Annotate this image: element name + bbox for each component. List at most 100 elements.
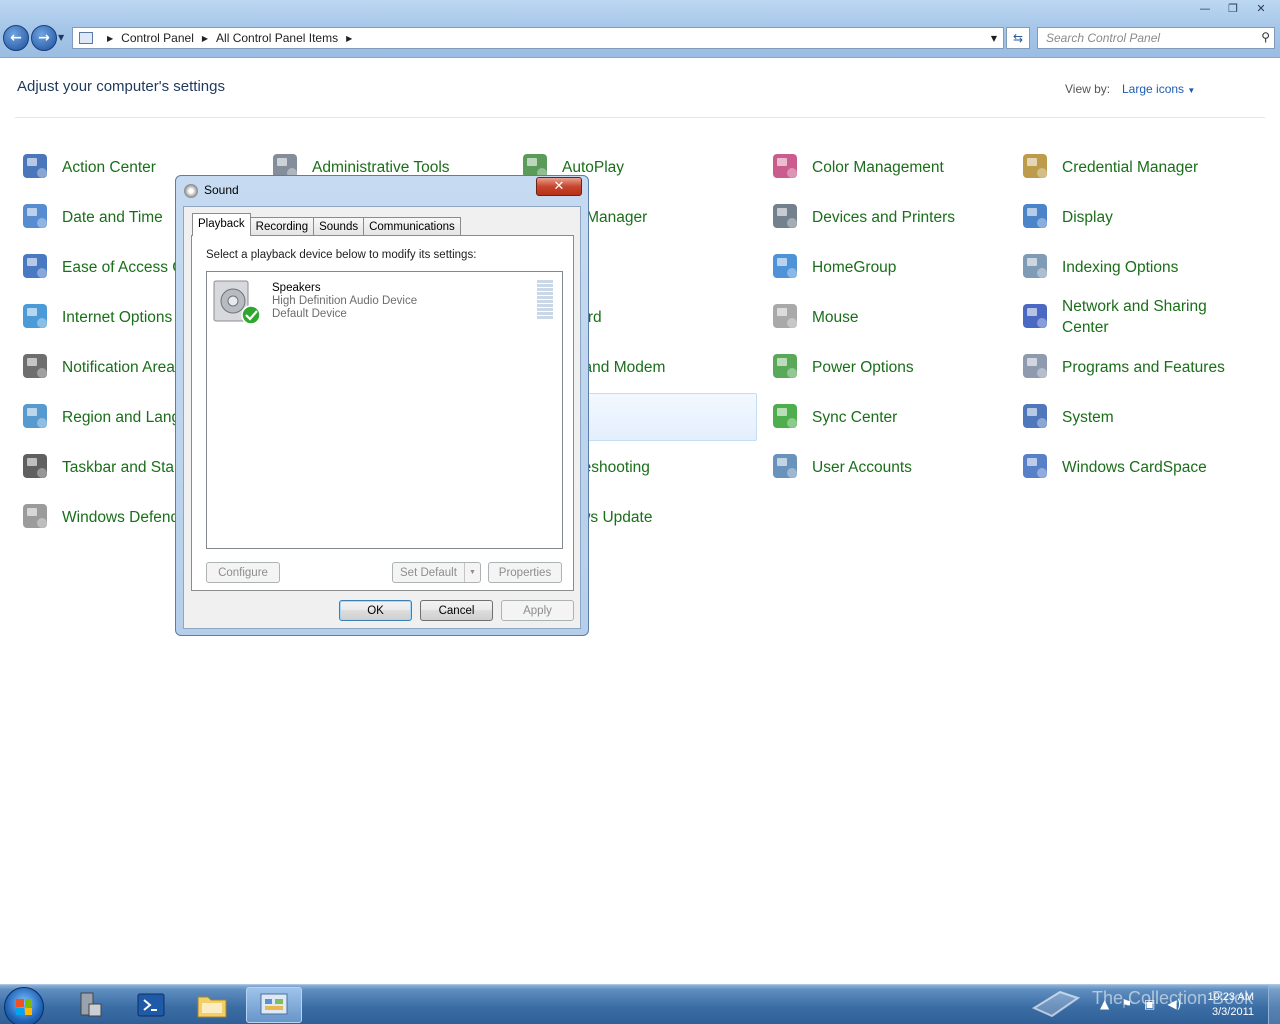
- breadcrumb-arrow-icon[interactable]: ▶: [346, 34, 352, 43]
- folder-icon: [197, 996, 227, 1018]
- refresh-icon: ⇆: [1012, 31, 1024, 45]
- chevron-down-icon: ▼: [1187, 86, 1196, 95]
- watermark-book-icon: [1031, 990, 1081, 1018]
- show-desktop-button[interactable]: [1268, 985, 1280, 1024]
- device-description: High Definition Audio Device: [272, 295, 418, 307]
- dialog-body: Playback Recording Sounds Communications…: [183, 206, 581, 629]
- window-controls: — ❐ ✕: [1192, 0, 1274, 17]
- cp-item-credential-manager[interactable]: Credential Manager: [1017, 143, 1257, 191]
- tab-playback[interactable]: Playback: [192, 213, 251, 236]
- cp-item-programs-features[interactable]: Programs and Features: [1017, 343, 1257, 391]
- start-button[interactable]: [4, 987, 44, 1024]
- sync-center-icon: [773, 404, 797, 428]
- cp-item-network-sharing[interactable]: Network and Sharing Center: [1017, 293, 1257, 341]
- taskbar-server-manager[interactable]: [62, 987, 118, 1023]
- cp-item-power-options[interactable]: Power Options: [767, 343, 1007, 391]
- speaker-icon: [184, 184, 198, 198]
- date-time-icon: [23, 204, 47, 228]
- user-accounts-icon: [773, 454, 797, 478]
- set-default-button[interactable]: Set Default ▼: [392, 562, 481, 583]
- breadcrumb-control-panel[interactable]: Control Panel: [121, 31, 194, 45]
- view-by-label: View by:: [1065, 82, 1111, 96]
- cp-item-label: Display: [1062, 208, 1113, 226]
- mouse-icon: [773, 304, 797, 328]
- internet-options-icon: [23, 304, 47, 328]
- device-list-item[interactable]: Speakers High Definition Audio Device De…: [211, 278, 556, 326]
- cp-item-label: Taskbar and Star: [62, 458, 180, 476]
- cp-item-label: Action Center: [62, 158, 156, 176]
- cp-item-mouse[interactable]: Mouse: [767, 293, 1007, 341]
- cp-item-system[interactable]: System: [1017, 393, 1257, 441]
- cp-item-label: Devices and Printers: [812, 208, 956, 226]
- configure-button[interactable]: Configure: [206, 562, 280, 583]
- breadcrumb-arrow-icon[interactable]: ▶: [107, 34, 113, 43]
- cp-item-label: Power Options: [812, 358, 914, 376]
- minimize-button[interactable]: —: [1192, 0, 1218, 17]
- maximize-button[interactable]: ❐: [1220, 0, 1246, 17]
- cp-item-homegroup[interactable]: HomeGroup: [767, 243, 1007, 291]
- taskbar-explorer[interactable]: [184, 987, 240, 1023]
- breadcrumb-arrow-icon[interactable]: ▶: [202, 34, 208, 43]
- refresh-button[interactable]: ⇆: [1006, 27, 1030, 49]
- cp-item-display[interactable]: Display: [1017, 193, 1257, 241]
- control-panel-taskbar-icon: [260, 993, 288, 1015]
- cp-item-user-accounts[interactable]: User Accounts: [767, 443, 1007, 491]
- display-icon: [1023, 204, 1047, 228]
- device-list[interactable]: Speakers High Definition Audio Device De…: [206, 271, 563, 549]
- taskbar-powershell[interactable]: [123, 987, 179, 1023]
- system-icon: [1023, 404, 1047, 428]
- cancel-button[interactable]: Cancel: [420, 600, 493, 621]
- devices-printers-icon: [773, 204, 797, 228]
- programs-features-icon: [1023, 354, 1047, 378]
- cp-item-color-management[interactable]: Color Management: [767, 143, 1007, 191]
- ease-of-access-icon: [23, 254, 47, 278]
- instruction-text: Select a playback device below to modify…: [206, 249, 477, 261]
- breadcrumb-all-items[interactable]: All Control Panel Items: [216, 31, 338, 45]
- cp-item-label: Notification Area: [62, 358, 175, 376]
- address-dropdown-icon[interactable]: ▼: [991, 34, 997, 43]
- dialog-title: Sound: [204, 183, 239, 197]
- cp-item-label: Windows Defend: [62, 508, 180, 526]
- taskbar-control-panel[interactable]: [246, 987, 302, 1023]
- chevron-down-icon[interactable]: ▼: [464, 563, 480, 582]
- address-bar[interactable]: ▶ Control Panel ▶ All Control Panel Item…: [72, 27, 1004, 49]
- cp-item-devices-printers[interactable]: Devices and Printers: [767, 193, 1007, 241]
- search-input[interactable]: Search Control Panel ⚲: [1037, 27, 1275, 49]
- taskbar-start-icon: [23, 454, 47, 478]
- cp-item-sync-center[interactable]: Sync Center: [767, 393, 1007, 441]
- tab-recording[interactable]: Recording: [249, 217, 315, 236]
- view-by-dropdown[interactable]: Large icons ▼: [1122, 82, 1195, 96]
- close-window-button[interactable]: ✕: [1248, 0, 1274, 17]
- power-options-icon: [773, 354, 797, 378]
- properties-button[interactable]: Properties: [488, 562, 562, 583]
- cp-item-indexing-options[interactable]: Indexing Options: [1017, 243, 1257, 291]
- cp-item-label: Windows CardSpace: [1062, 458, 1207, 476]
- page-title: Adjust your computer's settings: [17, 78, 225, 95]
- dialog-close-button[interactable]: ✕: [536, 177, 582, 196]
- chevron-down-icon: ▼: [58, 33, 65, 42]
- server-manager-icon: [80, 992, 102, 1017]
- powershell-icon: [137, 993, 165, 1017]
- forward-button[interactable]: →: [31, 25, 57, 51]
- forward-arrow-icon: →: [38, 30, 50, 46]
- indexing-options-icon: [1023, 254, 1047, 278]
- playback-panel: Select a playback device below to modify…: [191, 235, 574, 591]
- tab-sounds[interactable]: Sounds: [313, 217, 365, 236]
- cp-item-label: Indexing Options: [1062, 258, 1179, 276]
- cp-item-cardspace[interactable]: Windows CardSpace: [1017, 443, 1257, 491]
- network-sharing-icon: [1023, 304, 1047, 328]
- recent-pages-dropdown[interactable]: ▼: [58, 33, 64, 42]
- search-icon[interactable]: ⚲: [1261, 30, 1270, 44]
- cp-item-label: System: [1062, 408, 1114, 426]
- cp-item-label: Color Management: [812, 158, 944, 176]
- tab-communications[interactable]: Communications: [363, 217, 461, 236]
- device-name: Speakers: [272, 282, 321, 294]
- cp-item-label: Credential Manager: [1062, 158, 1199, 176]
- explorer-toolbar: — ❐ ✕ ← → ▼ ▶ Control Panel ▶ All Contro…: [0, 0, 1280, 58]
- ok-button[interactable]: OK: [339, 600, 412, 621]
- apply-button[interactable]: Apply: [501, 600, 574, 621]
- back-button[interactable]: ←: [3, 25, 29, 51]
- windows-defender-icon: [23, 504, 47, 528]
- cp-item-label: Region and Lang: [62, 408, 181, 426]
- homegroup-icon: [773, 254, 797, 278]
